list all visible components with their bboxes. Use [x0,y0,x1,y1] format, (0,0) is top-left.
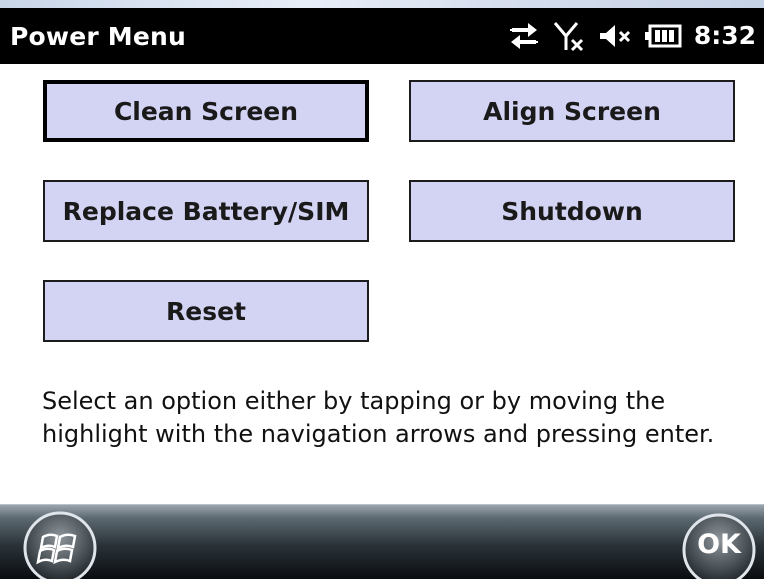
windows-flag-icon [23,511,97,579]
instructions-text: Select an option either by tapping or by… [42,387,715,448]
sync-arrows-icon [509,23,538,49]
align-screen-button[interactable]: Align Screen [409,80,735,142]
clean-screen-button[interactable]: Clean Screen [43,80,369,142]
reset-button[interactable]: Reset [43,280,369,342]
app-title: Power Menu [10,22,187,51]
device-screen: Power Menu 8:32 Clean Screen Align Scree… [0,0,764,579]
shutdown-button[interactable]: Shutdown [409,180,735,242]
speaker-muted-icon [599,25,630,47]
replace-battery-sim-button[interactable]: Replace Battery/SIM [43,180,369,242]
title-bar-stripe [0,0,764,8]
status-area[interactable]: 8:32 [508,16,756,56]
softkey-bar [0,504,764,579]
clock: 8:32 [693,21,756,50]
ok-label: OK [697,528,741,560]
battery-icon [644,24,682,48]
start-button[interactable] [22,510,98,579]
title-bar: Power Menu 8:32 [0,0,764,64]
no-signal-icon [553,22,583,52]
ok-button[interactable]: OK [681,512,757,579]
